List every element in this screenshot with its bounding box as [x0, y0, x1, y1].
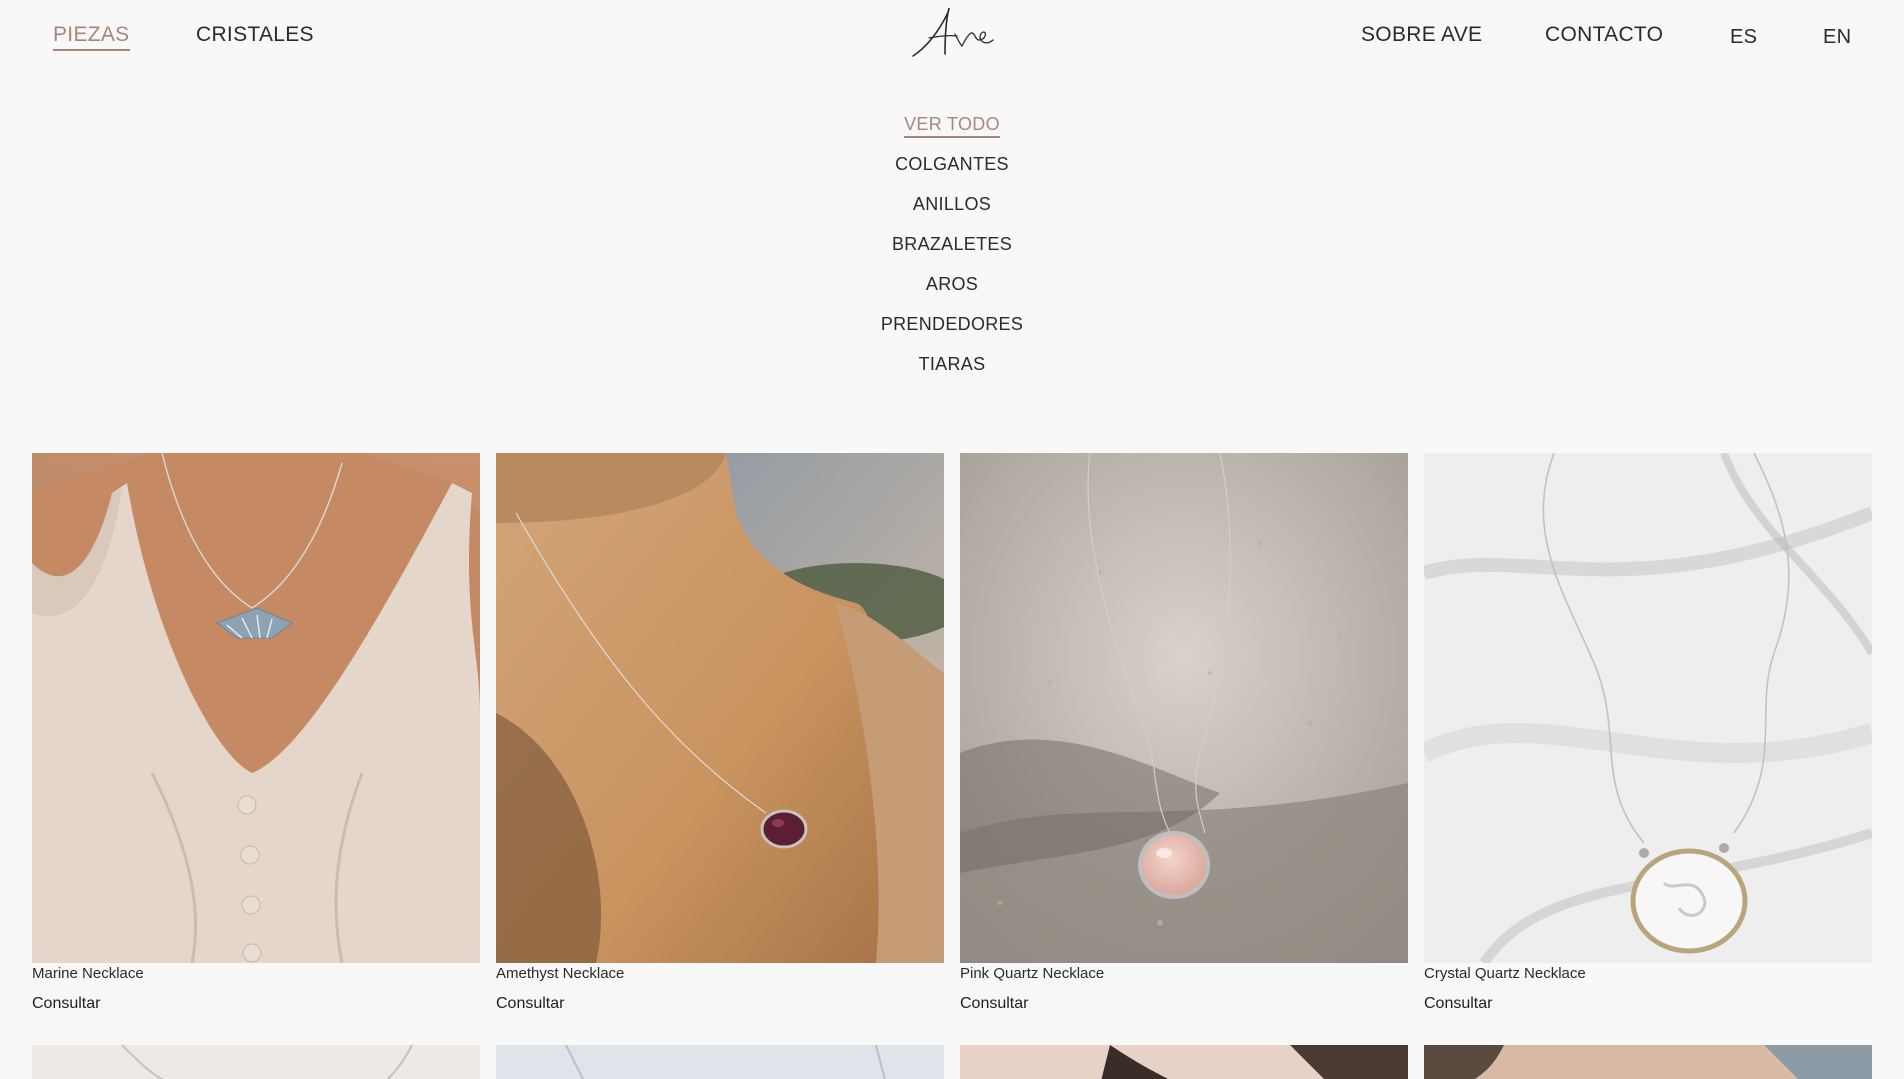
- nav-cristales[interactable]: CRISTALES: [196, 22, 314, 48]
- submenu-brazaletes[interactable]: BRAZALETES: [892, 224, 1012, 264]
- category-submenu: VER TODO COLGANTES ANILLOS BRAZALETES AR…: [0, 104, 1904, 384]
- consultar-link[interactable]: Consultar: [1424, 994, 1872, 1014]
- product-card: Crystal Quartz Necklace Consultar: [1424, 453, 1872, 1014]
- product-image-peek[interactable]: [32, 1045, 480, 1079]
- submenu-ver-todo[interactable]: VER TODO: [904, 104, 1000, 144]
- consultar-link[interactable]: Consultar: [32, 994, 480, 1014]
- product-name[interactable]: Marine Necklace: [32, 965, 480, 983]
- product-image[interactable]: [960, 453, 1408, 963]
- product-card: Marine Necklace Consultar: [32, 453, 480, 1014]
- submenu-colgantes[interactable]: COLGANTES: [895, 144, 1009, 184]
- product-name[interactable]: Amethyst Necklace: [496, 965, 944, 983]
- top-navigation: PIEZAS CRISTALES SOBRE AVE CONTACTO ES E…: [0, 0, 1904, 70]
- product-card: Amethyst Necklace Consultar: [496, 453, 944, 1014]
- product-name[interactable]: Pink Quartz Necklace: [960, 965, 1408, 983]
- consultar-link[interactable]: Consultar: [960, 994, 1408, 1014]
- ave-logo[interactable]: [905, 2, 997, 68]
- product-image[interactable]: [32, 453, 480, 963]
- nav-piezas[interactable]: PIEZAS: [53, 22, 130, 51]
- product-name[interactable]: Crystal Quartz Necklace: [1424, 965, 1872, 983]
- nav-contacto[interactable]: CONTACTO: [1545, 22, 1663, 48]
- submenu-anillos[interactable]: ANILLOS: [913, 184, 991, 224]
- product-image-peek[interactable]: [496, 1045, 944, 1079]
- submenu-tiaras[interactable]: TIARAS: [919, 344, 986, 384]
- product-image-peek[interactable]: [1424, 1045, 1872, 1079]
- product-card: Pink Quartz Necklace Consultar: [960, 453, 1408, 1014]
- submenu-prendedores[interactable]: PRENDEDORES: [881, 304, 1023, 344]
- nav-sobre-ave[interactable]: SOBRE AVE: [1361, 22, 1482, 48]
- page: PIEZAS CRISTALES SOBRE AVE CONTACTO ES E…: [0, 0, 1904, 1079]
- language-es[interactable]: ES: [1730, 24, 1757, 50]
- submenu-aros[interactable]: AROS: [926, 264, 978, 304]
- product-image[interactable]: [496, 453, 944, 963]
- product-image-peek[interactable]: [960, 1045, 1408, 1079]
- consultar-link[interactable]: Consultar: [496, 994, 944, 1014]
- language-en[interactable]: EN: [1823, 24, 1851, 50]
- product-image[interactable]: [1424, 453, 1872, 963]
